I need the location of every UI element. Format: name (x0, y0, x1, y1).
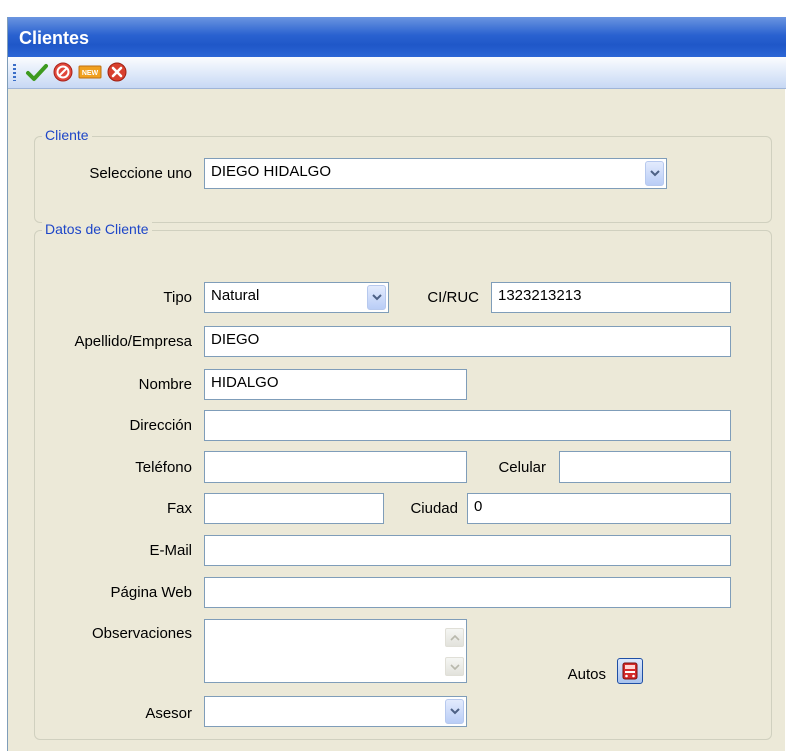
tipo-select[interactable]: Natural (204, 282, 389, 313)
email-input[interactable] (204, 535, 731, 566)
observaciones-label: Observaciones (91, 625, 192, 642)
cliente-select[interactable]: DIEGO HIDALGO (204, 158, 667, 189)
form-area: Cliente Seleccione uno DIEGO HIDALGO Dat… (8, 89, 786, 751)
new-icon-text: NEW (82, 70, 99, 77)
chevron-down-icon (450, 707, 460, 714)
no-entry-icon (53, 62, 73, 82)
window-title: Clientes (19, 28, 90, 48)
web-input[interactable] (204, 577, 731, 608)
fax-label: Fax (166, 500, 192, 517)
celular-label: Celular (498, 459, 546, 476)
direccion-input[interactable] (204, 410, 731, 441)
fax-input[interactable] (204, 493, 384, 524)
autos-label: Autos (567, 666, 606, 683)
apellido-label: Apellido/Empresa (74, 333, 192, 350)
toolbar: NEW (8, 57, 786, 89)
cliente-legend: Cliente (42, 127, 92, 143)
telefono-label: Teléfono (135, 459, 192, 476)
celular-input[interactable] (559, 451, 731, 483)
nombre-label: Nombre (138, 376, 192, 393)
chevron-up-icon (450, 635, 460, 641)
cliente-select-value: DIEGO HIDALGO (211, 163, 332, 180)
title-bar[interactable]: Clientes (8, 17, 786, 57)
direccion-label: Dirección (129, 417, 192, 434)
new-icon: NEW (78, 65, 102, 79)
asesor-dropdown-button[interactable] (445, 699, 464, 724)
accept-button[interactable] (25, 61, 49, 83)
apellido-input[interactable]: DIEGO (204, 326, 731, 357)
asesor-label: Asesor (145, 705, 192, 722)
nombre-input[interactable]: HIDALGO (204, 369, 467, 400)
ciudad-input[interactable]: 0 (467, 493, 731, 524)
email-label: E-Mail (149, 542, 192, 559)
ciruc-label: CI/RUC (427, 289, 479, 306)
check-icon (26, 64, 48, 81)
chevron-down-icon (372, 293, 382, 300)
car-icon (622, 662, 638, 680)
chevron-down-icon (450, 664, 460, 670)
tipo-select-value: Natural (211, 287, 260, 304)
observaciones-textarea[interactable] (204, 619, 467, 683)
asesor-select[interactable] (204, 696, 467, 727)
ciruc-input[interactable]: 1323213213 (491, 282, 731, 313)
ciudad-label: Ciudad (410, 500, 458, 517)
datos-cliente-legend: Datos de Cliente (42, 221, 152, 237)
close-icon (107, 62, 127, 82)
select-cliente-label: Seleccione uno (89, 165, 192, 182)
chevron-down-icon (650, 169, 660, 176)
web-label: Página Web (110, 584, 192, 601)
cliente-dropdown-button[interactable] (645, 161, 664, 186)
close-button[interactable] (105, 61, 129, 83)
scroll-down-button[interactable] (445, 657, 464, 676)
telefono-input[interactable] (204, 451, 467, 483)
new-button[interactable]: NEW (78, 61, 102, 83)
toolbar-grip[interactable] (13, 64, 16, 81)
clientes-window: Clientes NEW Cliente Seleccione uno DIEG… (7, 17, 786, 751)
cancel-button[interactable] (51, 61, 75, 83)
autos-button[interactable] (617, 658, 643, 684)
tipo-dropdown-button[interactable] (367, 285, 386, 310)
tipo-label: Tipo (163, 289, 192, 306)
scroll-up-button[interactable] (445, 628, 464, 647)
